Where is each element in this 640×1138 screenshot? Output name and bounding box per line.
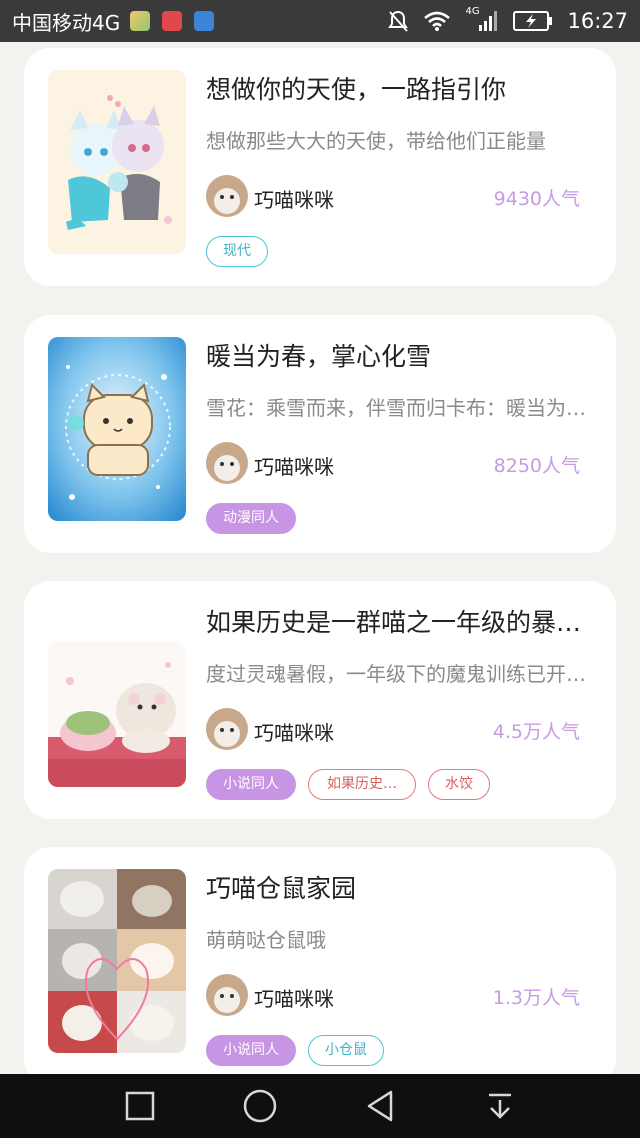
triangle-back-icon (367, 1090, 393, 1122)
popularity-count: 1.3万人气 (492, 987, 580, 1009)
story-title[interactable]: 巧喵仓鼠家园 (206, 869, 596, 905)
status-icons: 4G 16:27 (387, 6, 628, 33)
home-button[interactable] (240, 1086, 280, 1126)
tag[interactable]: 小说同人 (206, 769, 296, 800)
story-card[interactable]: 暖当为春，掌心化雪 雪花：乘雪而来，伴雪而归卡布：暖当为… 巧喵咪咪 8250人… (24, 315, 616, 553)
story-cover[interactable] (48, 337, 186, 521)
story-description: 度过灵魂暑假，一年级下的魔鬼训练已开… (206, 662, 586, 686)
tag-list: 现代 (206, 236, 268, 267)
battery-icon (513, 11, 553, 31)
recent-apps-button[interactable] (120, 1086, 160, 1126)
tag[interactable]: 动漫同人 (206, 503, 296, 534)
author-avatar[interactable] (206, 708, 248, 750)
signal-icon: 4G (465, 6, 499, 33)
mute-icon (388, 10, 409, 32)
author-avatar[interactable] (206, 442, 248, 484)
popularity-count: 8250人气 (493, 455, 580, 477)
tag-list: 小说同人 如果历史… 水饺 (206, 769, 490, 800)
story-card[interactable]: 巧喵仓鼠家园 萌萌哒仓鼠哦 巧喵咪咪 1.3万人气 小说同人 小仓鼠 (24, 847, 616, 1074)
tag[interactable]: 水饺 (428, 769, 490, 800)
author-name[interactable]: 巧喵咪咪 (254, 717, 334, 746)
app-icon-1 (130, 11, 151, 31)
story-description: 雪花：乘雪而来，伴雪而归卡布：暖当为… (206, 396, 586, 420)
story-cover[interactable] (48, 869, 186, 1053)
tag[interactable]: 小仓鼠 (308, 1035, 384, 1066)
story-description: 萌萌哒仓鼠哦 (206, 928, 326, 952)
tag[interactable]: 现代 (206, 236, 268, 267)
story-cover[interactable] (48, 641, 186, 787)
story-card[interactable]: 如果历史是一群喵之一年级的暴… 度过灵魂暑假，一年级下的魔鬼训练已开… 巧喵咪咪… (24, 581, 616, 819)
tag-list: 小说同人 小仓鼠 (206, 1035, 384, 1066)
wifi-icon (424, 11, 451, 31)
notification-pull-button[interactable] (480, 1086, 520, 1126)
back-button[interactable] (360, 1086, 400, 1126)
app-icon-3 (194, 11, 215, 31)
system-nav-bar (0, 1074, 640, 1138)
popularity-count: 4.5万人气 (492, 721, 580, 743)
author-name[interactable]: 巧喵咪咪 (254, 983, 334, 1012)
status-bar: 中国移动4G 4G 16:27 (0, 0, 640, 42)
story-cover[interactable] (48, 70, 186, 254)
app-icon-2 (162, 11, 183, 31)
author-avatar[interactable] (206, 175, 248, 217)
story-title[interactable]: 想做你的天使，一路指引你 (206, 70, 596, 106)
story-description: 想做那些大大的天使，带给他们正能量 (206, 129, 546, 153)
author-avatar[interactable] (206, 974, 248, 1016)
popularity-count: 9430人气 (493, 188, 580, 210)
clock: 16:27 (567, 9, 628, 33)
tag-list: 动漫同人 (206, 503, 296, 534)
circle-icon (243, 1089, 277, 1123)
story-title[interactable]: 如果历史是一群喵之一年级的暴… (206, 603, 596, 639)
square-icon (125, 1091, 155, 1121)
story-card[interactable]: 想做你的天使，一路指引你 想做那些大大的天使，带给他们正能量 巧喵咪咪 9430… (24, 48, 616, 286)
tag[interactable]: 小说同人 (206, 1035, 296, 1066)
story-list[interactable]: 想做你的天使，一路指引你 想做那些大大的天使，带给他们正能量 巧喵咪咪 9430… (0, 42, 640, 1074)
carrier-label: 中国移动4G (12, 10, 121, 35)
tag[interactable]: 如果历史… (308, 769, 416, 800)
author-name[interactable]: 巧喵咪咪 (254, 184, 334, 213)
author-name[interactable]: 巧喵咪咪 (254, 451, 334, 480)
story-title[interactable]: 暖当为春，掌心化雪 (206, 337, 596, 373)
pull-down-icon (489, 1093, 511, 1119)
